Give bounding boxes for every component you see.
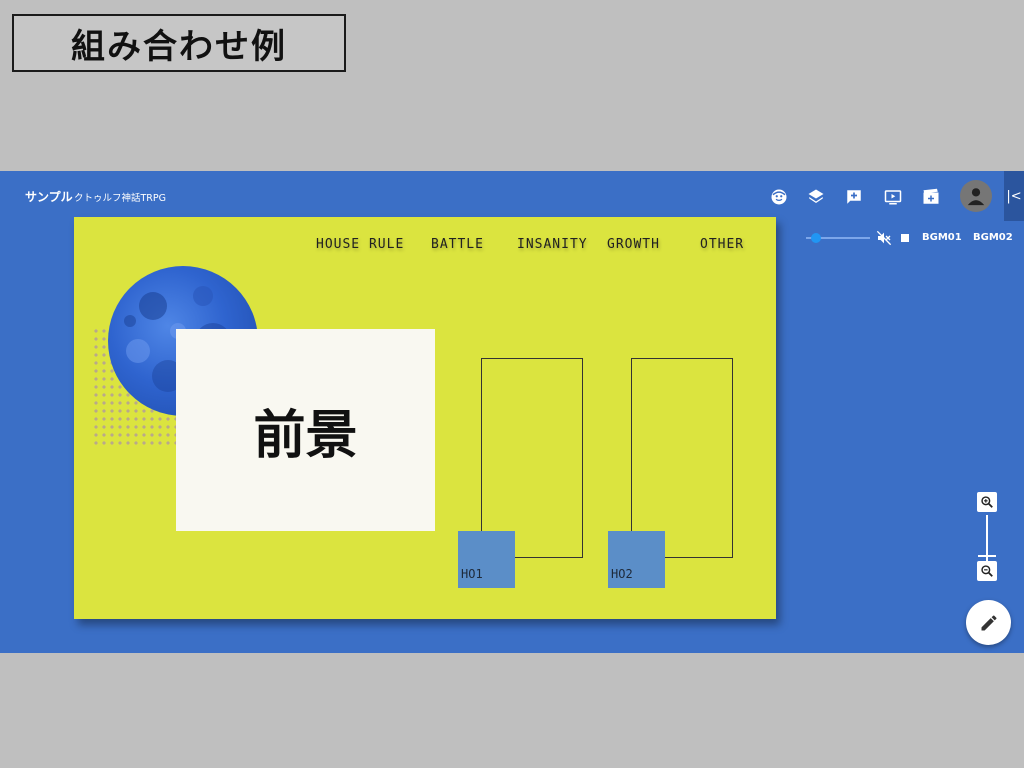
bgm-track-1[interactable]: BGM01 xyxy=(922,232,962,243)
nav-other[interactable]: OTHER xyxy=(700,237,744,252)
face-icon[interactable] xyxy=(768,186,790,208)
token-label: HO1 xyxy=(461,567,483,581)
character-frame[interactable] xyxy=(631,358,733,558)
token-label: HO2 xyxy=(611,567,633,581)
nav-insanity[interactable]: INSANITY xyxy=(517,237,588,252)
stop-icon[interactable] xyxy=(901,234,909,242)
slide-title: 組み合わせ例 xyxy=(71,26,287,67)
app-bar: サンプル クトゥルフ神話TRPG |< xyxy=(0,171,1024,221)
game-board[interactable]: HOUSE RULE BATTLE INSANITY GROWTH OTHER … xyxy=(74,217,776,619)
foreground-panel[interactable]: 前景 xyxy=(176,329,435,531)
zoom-out-icon xyxy=(981,565,993,577)
zoom-out-button[interactable] xyxy=(977,561,997,581)
account-icon xyxy=(967,188,985,206)
foreground-label: 前景 xyxy=(253,404,358,466)
movie-icon[interactable] xyxy=(920,186,942,208)
room-name[interactable]: サンプル xyxy=(25,188,73,205)
add-box-icon[interactable] xyxy=(843,186,865,208)
nav-house-rule[interactable]: HOUSE RULE xyxy=(316,237,404,252)
volume-slider-thumb[interactable] xyxy=(810,233,821,243)
account-avatar[interactable] xyxy=(960,180,992,212)
layers-icon[interactable] xyxy=(805,186,827,208)
pencil-icon xyxy=(981,614,997,630)
token-ho2[interactable]: HO2 xyxy=(608,531,665,588)
slide-title-box: 組み合わせ例 xyxy=(12,14,346,72)
zoom-slider-thumb[interactable] xyxy=(978,555,996,557)
zoom-in-icon xyxy=(981,496,993,508)
screen-icon[interactable] xyxy=(882,186,904,208)
bgm-track-2[interactable]: BGM02 xyxy=(973,232,1013,243)
edit-button[interactable] xyxy=(966,600,1011,645)
character-frame[interactable] xyxy=(481,358,583,558)
bgm-controls: BGM01 BGM02 xyxy=(800,226,1024,250)
collapse-drawer-icon: |< xyxy=(1006,188,1022,204)
collapse-drawer-button[interactable]: |< xyxy=(1004,171,1024,221)
token-ho1[interactable]: HO1 xyxy=(458,531,515,588)
nav-battle[interactable]: BATTLE xyxy=(431,237,484,252)
mute-icon[interactable] xyxy=(876,230,892,246)
app-window: サンプル クトゥルフ神話TRPG |< BGM01 BGM02 HOUSE RU… xyxy=(0,171,1024,653)
system-name: クトゥルフ神話TRPG xyxy=(74,193,166,204)
zoom-in-button[interactable] xyxy=(977,492,997,512)
nav-growth[interactable]: GROWTH xyxy=(607,237,660,252)
